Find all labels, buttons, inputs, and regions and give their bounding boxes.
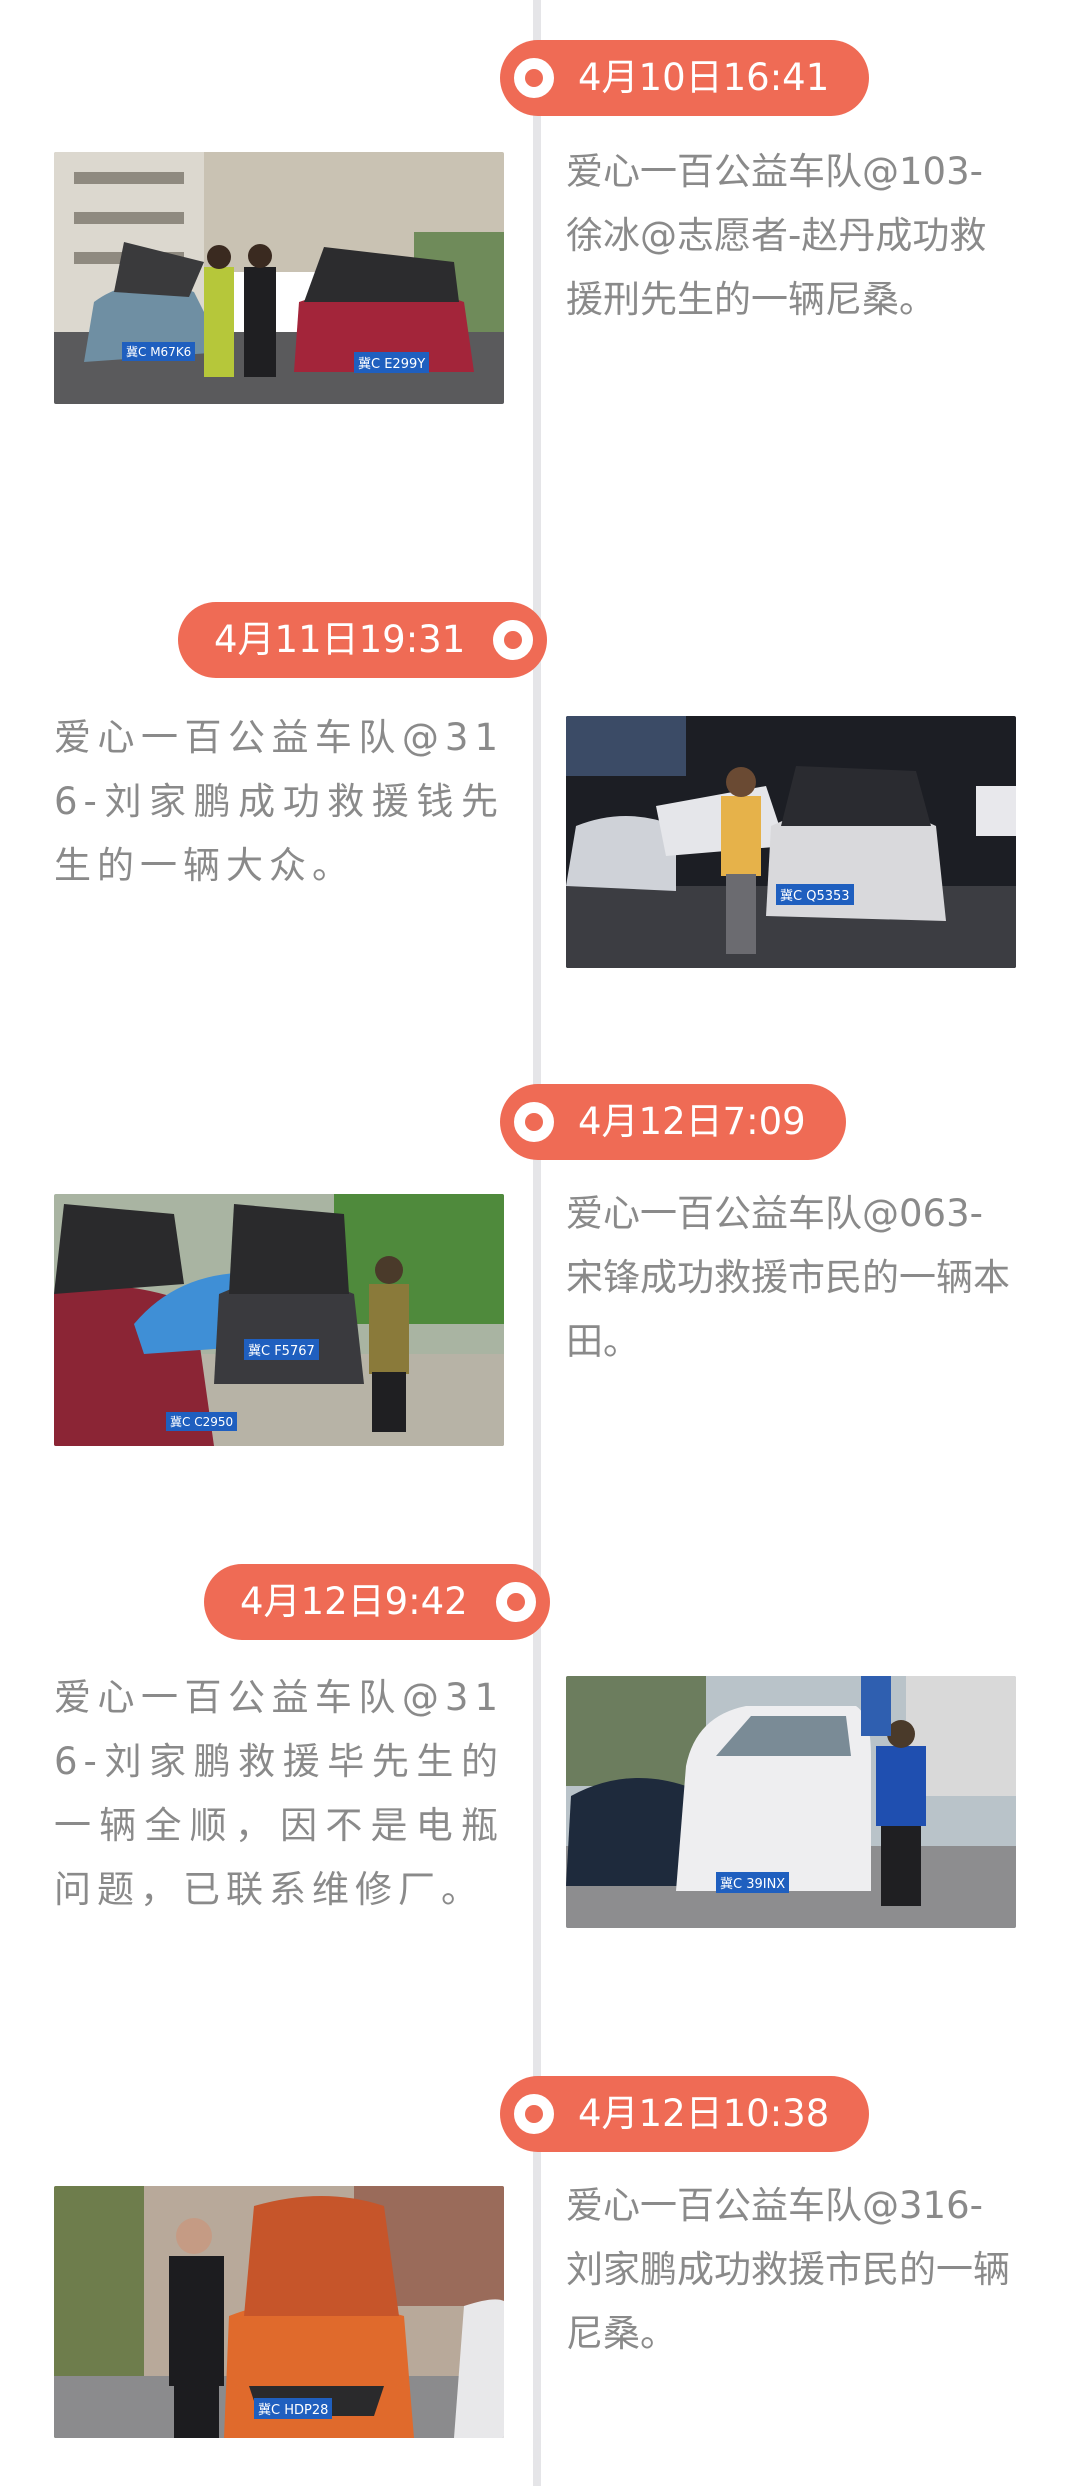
timeline-dot-icon <box>495 1582 536 1622</box>
entry-text: 爱心一百公益车队@316-刘家鹏成功救援钱先生的一辆大众。 <box>54 716 504 887</box>
timeline-dot-icon <box>514 2094 554 2134</box>
time-label: 4月12日9:42 <box>240 1580 468 1623</box>
rescue-photo[interactable]: 冀C HDP28 <box>54 2186 504 2438</box>
timeline-dot-icon <box>514 58 554 98</box>
license-plate: 冀C 39INX <box>716 1872 790 1893</box>
time-badge: 4月11日19:31 <box>178 602 548 678</box>
rescue-photo[interactable]: 冀C 39INX <box>566 1676 1016 1928</box>
time-label: 4月12日7:09 <box>578 1100 806 1143</box>
time-label: 4月10日16:41 <box>578 56 830 99</box>
time-label: 4月12日10:38 <box>578 2092 830 2135</box>
timeline-dot-icon <box>514 1102 554 1142</box>
time-badge: 4月12日7:09 <box>500 1084 846 1160</box>
license-plate: 冀C Q5353 <box>776 884 854 905</box>
entry-text: 爱心一百公益车队@103-徐冰@志愿者-赵丹成功救援刑先生的一辆尼桑。 <box>566 150 987 321</box>
entry-text: 爱心一百公益车队@316-刘家鹏救援毕先生的一辆全顺，因不是电瓶问题，已联系维修… <box>54 1676 504 1911</box>
license-plate: 冀C F5767 <box>244 1339 319 1360</box>
rescue-photo[interactable]: 冀C F5767 冀C C2950 <box>54 1194 504 1446</box>
license-plate: 冀C E299Y <box>354 352 430 373</box>
license-plate: 冀C M67K6 <box>122 342 196 361</box>
rescue-photo[interactable]: 冀C Q5353 <box>566 716 1016 968</box>
entry-text: 爱心一百公益车队@063-宋锋成功救援市民的一辆本田。 <box>566 1192 1010 1363</box>
license-plate: 冀C C2950 <box>166 1412 238 1431</box>
license-plate: 冀C HDP28 <box>254 2398 333 2419</box>
time-badge: 4月10日16:41 <box>500 40 870 116</box>
time-label: 4月11日19:31 <box>214 618 466 661</box>
rescue-photo[interactable]: 冀C E299Y 冀C M67K6 <box>54 152 504 404</box>
time-badge: 4月12日10:38 <box>500 2076 870 2152</box>
entry-text: 爱心一百公益车队@316-刘家鹏成功救援市民的一辆尼桑。 <box>566 2184 1010 2355</box>
timeline-dot-icon <box>493 620 534 660</box>
time-badge: 4月12日9:42 <box>204 1564 550 1640</box>
